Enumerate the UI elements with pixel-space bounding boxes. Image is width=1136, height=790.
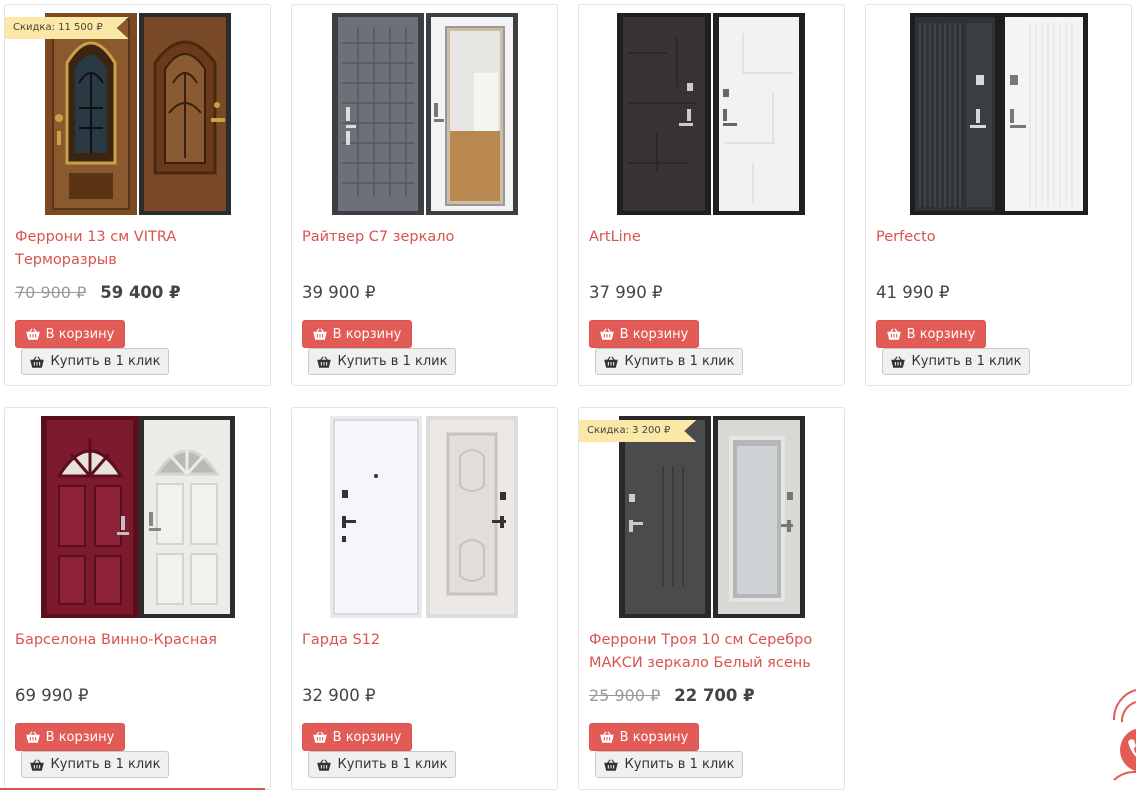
door-inner-image <box>426 13 518 215</box>
add-to-cart-label: В корзину <box>332 326 402 342</box>
buy-one-click-button[interactable]: Купить в 1 клик <box>21 348 169 375</box>
buy-one-click-label: Купить в 1 клик <box>337 757 448 772</box>
add-to-cart-button[interactable]: В корзину <box>302 723 412 751</box>
door-outer-image <box>617 13 711 215</box>
product-image[interactable] <box>579 13 844 217</box>
add-to-cart-button[interactable]: В корзину <box>15 723 125 751</box>
basket-icon <box>312 328 327 340</box>
product-price: 39 900 ₽ <box>302 282 376 302</box>
basket-icon <box>316 758 331 771</box>
buy-one-click-label: Купить в 1 клик <box>624 757 735 772</box>
product-title[interactable]: Феррони Троя 10 см Серебро МАКСИ зеркало… <box>589 629 836 675</box>
add-to-cart-button[interactable]: В корзину <box>15 320 125 348</box>
basket-icon <box>316 355 331 368</box>
buy-one-click-label: Купить в 1 клик <box>911 354 1022 369</box>
door-inner-image <box>713 13 805 215</box>
add-to-cart-label: В корзину <box>45 729 115 745</box>
door-outer-image <box>619 416 711 618</box>
product-card[interactable]: Perfecto 41 990 ₽ В корзину Купить в 1 к… <box>865 4 1132 386</box>
product-price: 22 700 ₽ <box>674 685 755 705</box>
product-image[interactable] <box>292 416 557 620</box>
add-to-cart-label: В корзину <box>619 729 689 745</box>
add-to-cart-label: В корзину <box>332 729 402 745</box>
product-title[interactable]: Барселона Винно-Красная <box>15 629 262 652</box>
basket-icon <box>603 355 618 368</box>
basket-icon <box>890 355 905 368</box>
door-inner-image <box>139 13 231 215</box>
product-price: 41 990 ₽ <box>876 282 950 302</box>
buy-one-click-button[interactable]: Купить в 1 клик <box>21 751 169 778</box>
buy-one-click-button[interactable]: Купить в 1 клик <box>595 751 743 778</box>
basket-icon <box>599 328 614 340</box>
add-to-cart-label: В корзину <box>619 326 689 342</box>
product-card[interactable]: Гарда S12 32 900 ₽ В корзину Купить в 1 … <box>291 407 558 790</box>
basket-icon <box>25 328 40 340</box>
buy-one-click-button[interactable]: Купить в 1 клик <box>308 751 456 778</box>
discount-badge: Скидка: 11 500 ₽ <box>5 17 129 39</box>
product-card[interactable]: ArtLine 37 990 ₽ В корзину Купить в 1 кл… <box>578 4 845 386</box>
discount-badge: Скидка: 3 200 ₽ <box>579 420 696 442</box>
door-outer-image <box>910 13 1000 215</box>
basket-icon <box>886 328 901 340</box>
add-to-cart-button[interactable]: В корзину <box>302 320 412 348</box>
product-price: 69 990 ₽ <box>15 685 89 705</box>
old-price: 25 900 ₽ <box>589 685 661 705</box>
product-image[interactable] <box>5 13 270 217</box>
product-image[interactable] <box>579 416 844 620</box>
add-to-cart-button[interactable]: В корзину <box>589 723 699 751</box>
product-image[interactable] <box>5 416 270 620</box>
door-outer-image <box>41 416 139 618</box>
buy-one-click-button[interactable]: Купить в 1 клик <box>308 348 456 375</box>
product-card[interactable]: Скидка: 11 500 ₽ Феррони 13 см VITRA Тер… <box>4 4 271 386</box>
product-title[interactable]: Гарда S12 <box>302 629 549 652</box>
add-to-cart-button[interactable]: В корзину <box>589 320 699 348</box>
door-outer-image <box>45 13 137 215</box>
product-image[interactable] <box>866 13 1131 217</box>
door-inner-image <box>1000 13 1088 215</box>
product-card[interactable]: Скидка: 3 200 ₽ Феррони Троя 10 см Сереб… <box>578 407 845 790</box>
callback-widget-icon[interactable] <box>1110 680 1136 790</box>
door-outer-image <box>332 13 424 215</box>
add-to-cart-label: В корзину <box>45 326 115 342</box>
buy-one-click-label: Купить в 1 клик <box>50 354 161 369</box>
product-card[interactable]: Райтвер С7 зеркало 39 900 ₽ В корзину Ку… <box>291 4 558 386</box>
basket-icon <box>29 355 44 368</box>
product-card[interactable]: Барселона Винно-Красная 69 990 ₽ В корзи… <box>4 407 271 790</box>
product-title[interactable]: ArtLine <box>589 226 836 249</box>
product-price: 59 400 ₽ <box>100 282 181 302</box>
basket-icon <box>603 758 618 771</box>
product-price: 32 900 ₽ <box>302 685 376 705</box>
basket-icon <box>312 731 327 743</box>
buy-one-click-label: Купить в 1 клик <box>50 757 161 772</box>
product-price: 37 990 ₽ <box>589 282 663 302</box>
buy-one-click-label: Купить в 1 клик <box>624 354 735 369</box>
add-to-cart-label: В корзину <box>906 326 976 342</box>
buy-one-click-label: Купить в 1 клик <box>337 354 448 369</box>
door-inner-image <box>713 416 805 618</box>
basket-icon <box>29 758 44 771</box>
old-price: 70 900 ₽ <box>15 282 87 302</box>
product-title[interactable]: Райтвер С7 зеркало <box>302 226 549 249</box>
product-title[interactable]: Феррони 13 см VITRA Терморазрыв <box>15 226 262 272</box>
buy-one-click-button[interactable]: Купить в 1 клик <box>882 348 1030 375</box>
door-inner-image <box>139 416 235 618</box>
door-outer-image <box>330 416 422 618</box>
basket-icon <box>599 731 614 743</box>
basket-icon <box>25 731 40 743</box>
add-to-cart-button[interactable]: В корзину <box>876 320 986 348</box>
buy-one-click-button[interactable]: Купить в 1 клик <box>595 348 743 375</box>
door-inner-image <box>426 416 518 618</box>
product-image[interactable] <box>292 13 557 217</box>
product-title[interactable]: Perfecto <box>876 226 1123 249</box>
